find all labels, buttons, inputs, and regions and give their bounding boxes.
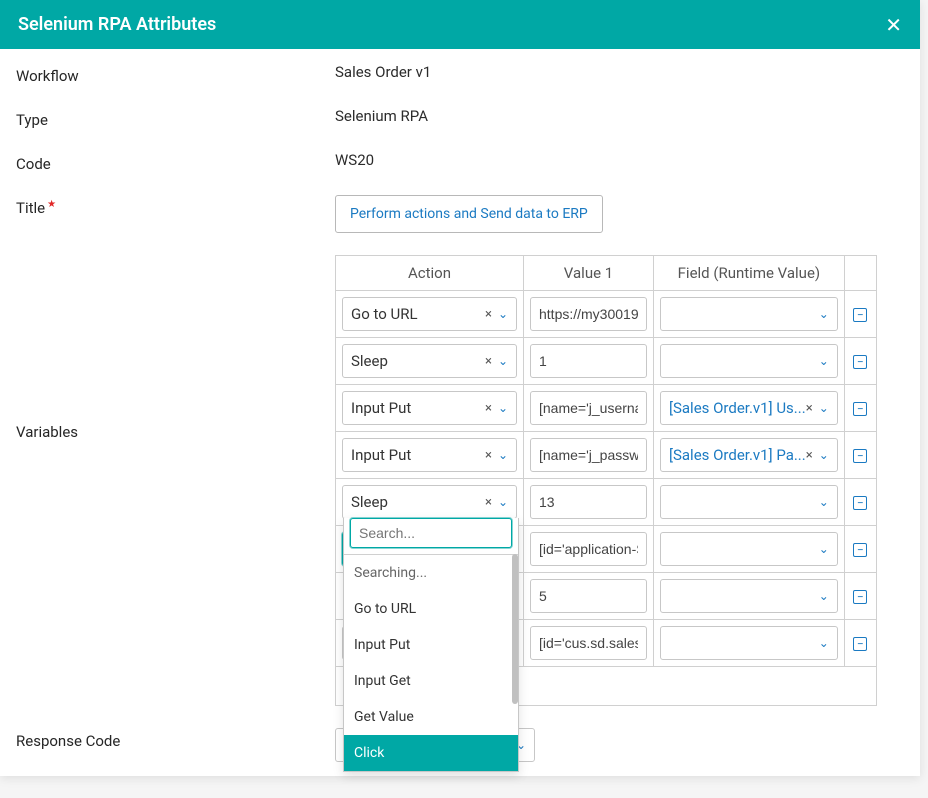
table-row: Input Put×⌄[Sales Order.v1] Us...×⌄−: [336, 385, 877, 432]
code-value: WS20: [335, 151, 920, 169]
value1-input[interactable]: [530, 626, 647, 660]
action-select[interactable]: Input Put× ⌄: [342, 438, 517, 472]
variables-label: Variables: [0, 255, 335, 441]
dropdown-option[interactable]: Input Put: [344, 627, 518, 663]
remove-row-icon[interactable]: −: [853, 496, 867, 510]
remove-row-icon[interactable]: −: [853, 355, 867, 369]
chevron-down-icon: ⌄: [819, 589, 829, 603]
th-extra: [844, 256, 876, 291]
chevron-down-icon: ⌄: [819, 448, 829, 462]
value1-input[interactable]: [530, 391, 647, 425]
value1-input[interactable]: [530, 344, 647, 378]
clear-icon[interactable]: ×: [806, 401, 813, 416]
dropdown-option[interactable]: Go to URL: [344, 591, 518, 627]
chevron-down-icon: ⌄: [819, 307, 829, 321]
clear-icon[interactable]: ×: [806, 448, 813, 463]
table-header-row: Action Value 1 Field (Runtime Value): [336, 256, 877, 291]
action-select-text: Sleep: [351, 352, 485, 370]
action-select-text: Input Put: [351, 399, 485, 417]
chevron-down-icon: ⌄: [498, 307, 508, 321]
dropdown-scrollbar[interactable]: [512, 554, 518, 704]
dropdown-search-input[interactable]: [350, 518, 512, 548]
modal-title: Selenium RPA Attributes: [18, 14, 216, 35]
dropdown-option[interactable]: Click: [344, 735, 518, 771]
field-select-text: [Sales Order.v1] Pa...: [669, 446, 806, 464]
chevron-down-icon: ⌄: [498, 495, 508, 509]
value1-input[interactable]: [530, 297, 647, 331]
remove-row-icon[interactable]: −: [853, 637, 867, 651]
clear-icon[interactable]: ×: [485, 401, 492, 416]
dropdown-status: Searching...: [344, 555, 518, 591]
remove-row-icon[interactable]: −: [853, 402, 867, 416]
action-select-text: Input Put: [351, 446, 485, 464]
action-select-text: Sleep: [351, 493, 485, 511]
clear-icon[interactable]: ×: [485, 495, 492, 510]
th-field: Field (Runtime Value): [654, 256, 845, 291]
action-select[interactable]: Input Put× ⌄: [342, 391, 517, 425]
action-select[interactable]: Sleep× ⌄: [342, 485, 517, 519]
action-dropdown: Searching... Go to URLInput PutInput Get…: [343, 518, 519, 772]
type-value: Selenium RPA: [335, 107, 920, 125]
type-label: Type: [0, 107, 335, 129]
field-select[interactable]: [Sales Order.v1] Pa...× ⌄: [660, 438, 838, 472]
remove-row-icon[interactable]: −: [853, 543, 867, 557]
th-action: Action: [336, 256, 524, 291]
remove-row-icon[interactable]: −: [853, 449, 867, 463]
dropdown-option[interactable]: Input Get: [344, 663, 518, 699]
clear-icon[interactable]: ×: [485, 354, 492, 369]
field-select[interactable]: ⌄: [660, 485, 838, 519]
field-select-text: [Sales Order.v1] Us...: [669, 399, 806, 417]
title-label: Title: [0, 195, 335, 217]
chevron-down-icon: ⌄: [498, 448, 508, 462]
field-select[interactable]: ⌄: [660, 344, 838, 378]
table-row: Sleep× ⌄ ⌄ −: [336, 338, 877, 385]
action-select[interactable]: Go to URL× ⌄: [342, 297, 517, 331]
field-select[interactable]: [Sales Order.v1] Us...× ⌄: [660, 391, 838, 425]
table-row: Go to URL× ⌄ ⌄ −: [336, 291, 877, 338]
value1-input[interactable]: [530, 438, 647, 472]
table-row: Input Put×⌄[Sales Order.v1] Pa...×⌄−: [336, 432, 877, 479]
chevron-down-icon: ⌄: [819, 542, 829, 556]
workflow-label: Workflow: [0, 63, 335, 85]
chevron-down-icon: ⌄: [819, 495, 829, 509]
remove-row-icon[interactable]: −: [853, 590, 867, 604]
chevron-down-icon: ⌄: [819, 636, 829, 650]
clear-icon[interactable]: ×: [485, 448, 492, 463]
field-select[interactable]: ⌄: [660, 532, 838, 566]
value1-input[interactable]: [530, 485, 647, 519]
modal-header: Selenium RPA Attributes ✕: [0, 0, 920, 49]
workflow-value: Sales Order v1: [335, 63, 920, 81]
response-code-label: Response Code: [0, 728, 335, 750]
remove-row-icon[interactable]: −: [853, 308, 867, 322]
code-label: Code: [0, 151, 335, 173]
action-select-text: Go to URL: [351, 305, 485, 323]
close-icon[interactable]: ✕: [885, 15, 902, 35]
chevron-down-icon: ⌄: [498, 401, 508, 415]
clear-icon[interactable]: ×: [485, 307, 492, 322]
title-input[interactable]: Perform actions and Send data to ERP: [335, 195, 603, 233]
chevron-down-icon: ⌄: [498, 354, 508, 368]
action-select[interactable]: Sleep× ⌄: [342, 344, 517, 378]
field-select[interactable]: ⌄: [660, 297, 838, 331]
value1-input[interactable]: [530, 532, 647, 566]
chevron-down-icon: ⌄: [819, 354, 829, 368]
dropdown-option[interactable]: Get Value: [344, 699, 518, 735]
modal: Selenium RPA Attributes ✕ Workflow Sales…: [0, 0, 920, 776]
field-select[interactable]: ⌄: [660, 579, 838, 613]
field-select[interactable]: ⌄: [660, 626, 838, 660]
th-value1: Value 1: [524, 256, 654, 291]
value1-input[interactable]: [530, 579, 647, 613]
chevron-down-icon: ⌄: [819, 401, 829, 415]
